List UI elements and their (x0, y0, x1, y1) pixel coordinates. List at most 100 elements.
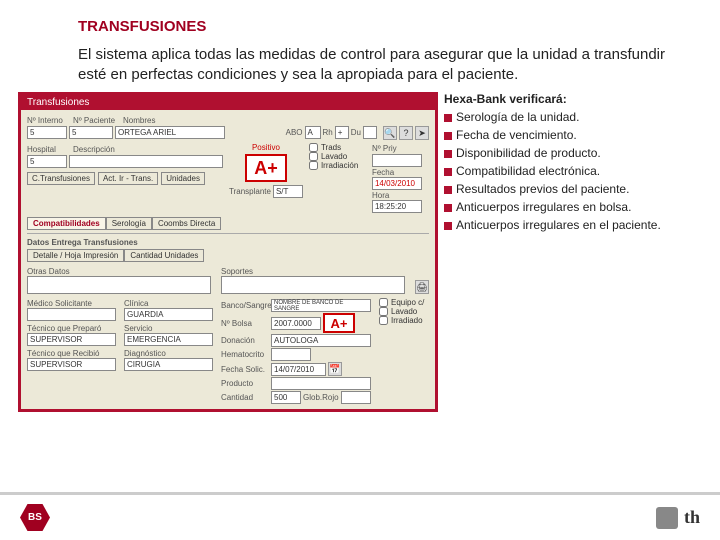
logo-right: th (656, 507, 700, 529)
side-item-4: Compatibilidad electrónica. (456, 164, 600, 178)
subtab-cantidad[interactable]: Cantidad Unidades (124, 249, 204, 262)
input-banco[interactable]: NOMBRE DE BANCO DE SANGRE (271, 299, 371, 312)
chk-equipo[interactable] (379, 298, 388, 307)
lbl-fecha: Fecha (372, 168, 394, 177)
chk-irrad2[interactable] (379, 316, 388, 325)
square-icon (656, 507, 678, 529)
input-interno[interactable]: 5 (27, 126, 67, 139)
input-paciente[interactable]: 5 (69, 126, 113, 139)
input-prity[interactable] (372, 154, 422, 167)
lbl-chk-irrad: Irradiación (321, 161, 358, 170)
search-icon[interactable]: 🔍 (383, 126, 397, 140)
input-fecha[interactable]: 14/03/2010 (372, 177, 422, 190)
page-description: El sistema aplica todas las medidas de c… (78, 45, 682, 84)
lbl-descripcion: Descripción (73, 145, 115, 154)
input-hemat[interactable] (271, 348, 311, 361)
chk-irrad[interactable] (309, 161, 318, 170)
input-tecrec[interactable]: SUPERVISOR (27, 358, 116, 371)
side-item-3: Disponibilidad de producto. (456, 146, 601, 160)
input-descripcion[interactable] (69, 155, 223, 168)
input-servicio[interactable]: EMERGENCIA (124, 333, 213, 346)
lbl-paciente: Nº Paciente (73, 116, 115, 125)
input-fechasol[interactable]: 14/07/2010 (271, 363, 326, 376)
input-hospital[interactable]: 5 (27, 155, 67, 168)
lbl-chk-equipo: Equipo c/ (391, 298, 424, 307)
next-icon[interactable]: ➤ (415, 126, 429, 140)
calendar-icon[interactable]: 📅 (328, 362, 342, 376)
tabs-main: Compatibilidades Serología Coombs Direct… (27, 217, 429, 230)
lbl-nombre: Nombres (123, 116, 155, 125)
lbl-chk-lavado2: Lavado (391, 307, 417, 316)
lbl-medico: Médico Solicitante (27, 299, 92, 308)
input-medico[interactable] (27, 308, 116, 321)
lbl-globrojo: Glob.Rojo (303, 393, 339, 402)
chk-lavado[interactable] (309, 152, 318, 161)
input-tecprep[interactable]: SUPERVISOR (27, 333, 116, 346)
lbl-chk-trads: Trads (321, 143, 341, 152)
chk-lavado2[interactable] (379, 307, 388, 316)
lbl-tecprep: Técnico que Preparó (27, 324, 101, 333)
btn-acttrans[interactable]: Act. Ir - Trans. (98, 172, 158, 185)
input-producto[interactable] (271, 377, 371, 390)
lbl-donacion: Donación (221, 336, 269, 345)
input-abo[interactable]: A (305, 126, 321, 139)
blood-type-bolsa: A+ (323, 313, 355, 333)
side-panel: Hexa-Bank verificará: Serología de la un… (444, 92, 702, 412)
lbl-soportes: Soportes (221, 267, 253, 276)
help-icon[interactable]: ? (399, 126, 413, 140)
bullet-icon (444, 114, 452, 122)
side-item-2: Fecha de vencimiento. (456, 128, 577, 142)
input-bolsa[interactable]: 2007.0000 (271, 317, 321, 330)
btn-ctrans[interactable]: C.Transfusiones (27, 172, 95, 185)
lbl-abo: ABO (286, 128, 303, 137)
input-hora[interactable]: 18:25:20 (372, 200, 422, 213)
chk-trads[interactable] (309, 143, 318, 152)
lbl-servicio: Servicio (124, 324, 152, 333)
page-title: TRANSFUSIONES (78, 18, 702, 35)
lbl-tecrec: Técnico que Recibió (27, 349, 99, 358)
subtab-detalle[interactable]: Detalle / Hoja Impresión (27, 249, 124, 262)
window-title: Transfusiones (21, 95, 435, 110)
input-diag[interactable]: CIRUGIA (124, 358, 213, 371)
lbl-hora: Hora (372, 191, 389, 200)
lbl-cantidad: Cantidad (221, 393, 269, 402)
lbl-diag: Diagnóstico (124, 349, 166, 358)
section-header: Datos Entrega Transfusiones (27, 238, 138, 247)
bullet-icon (444, 150, 452, 158)
side-item-6: Anticuerpos irregulares en bolsa. (456, 200, 631, 214)
input-donacion[interactable]: AUTOLOGA (271, 334, 371, 347)
input-cantidad[interactable]: 500 (271, 391, 301, 404)
lbl-fechasol: Fecha Solic. (221, 365, 269, 374)
lbl-rh: Rh (323, 128, 333, 137)
lbl-producto: Producto (221, 379, 269, 388)
input-du[interactable] (363, 126, 377, 139)
side-item-1: Serología de la unidad. (456, 110, 579, 124)
bullet-icon (444, 204, 452, 212)
lbl-clinica: Clínica (124, 299, 148, 308)
printer-icon[interactable]: 🖨 (415, 280, 429, 294)
side-item-7: Anticuerpos irregulares en el paciente. (456, 218, 661, 232)
input-transplante[interactable]: S/T (273, 185, 303, 198)
input-globrojo[interactable] (341, 391, 371, 404)
lbl-hemat: Hematocrito (221, 350, 269, 359)
blood-type-main: A+ (245, 154, 287, 182)
tab-compat[interactable]: Compatibilidades (27, 217, 106, 230)
tab-coombs[interactable]: Coombs Directa (152, 217, 221, 230)
lbl-interno: Nº Interno (27, 116, 63, 125)
tab-serologia[interactable]: Serología (106, 217, 152, 230)
lbl-bolsa: Nº Bolsa (221, 319, 269, 328)
bullet-icon (444, 132, 452, 140)
input-clinica[interactable]: GUARDIA (124, 308, 213, 321)
footer: BS th (0, 492, 720, 540)
input-nombre[interactable]: ORTEGA ARIEL (115, 126, 225, 139)
lbl-du: Du (351, 128, 361, 137)
hexagon-logo-icon: BS (20, 503, 50, 533)
bullet-icon (444, 186, 452, 194)
input-otras[interactable] (27, 276, 211, 294)
input-soportes[interactable] (221, 276, 405, 294)
lbl-prity: Nº Priy (372, 144, 397, 153)
btn-unidades[interactable]: Unidades (161, 172, 205, 185)
input-rh[interactable]: + (335, 126, 349, 139)
app-window: Transfusiones Nº Interno Nº Paciente Nom… (18, 92, 438, 412)
lbl-chk-lavado: Lavado (321, 152, 347, 161)
